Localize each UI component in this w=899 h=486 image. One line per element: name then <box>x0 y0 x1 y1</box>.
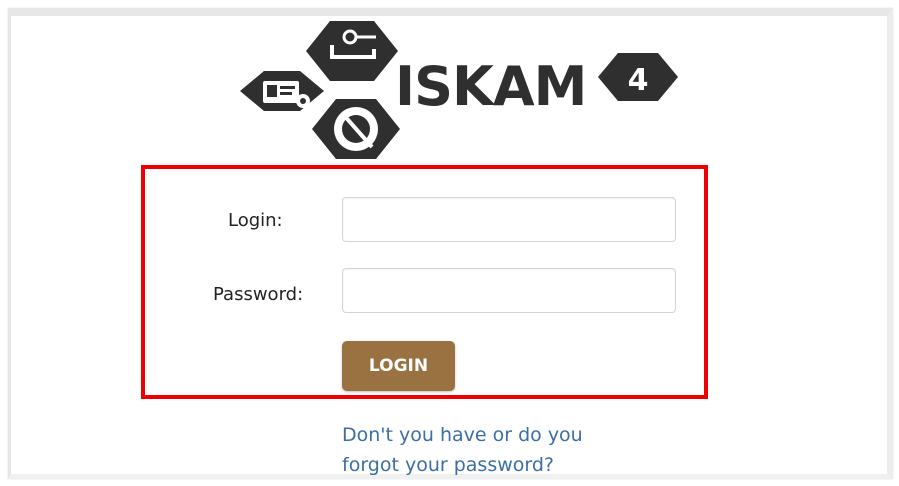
password-label: Password: <box>213 284 304 305</box>
password-input[interactable] <box>342 268 676 313</box>
login-button[interactable]: LOGIN <box>342 341 455 391</box>
app-title: ISKAM <box>395 55 587 118</box>
plate-cutlery-icon <box>312 99 400 159</box>
version-badge: 4 <box>598 53 678 101</box>
forgot-password-link[interactable]: Don't you have or do you forgot your pas… <box>342 420 632 480</box>
login-label: Login: <box>228 210 283 231</box>
login-input[interactable] <box>342 197 676 242</box>
key-bed-icon <box>306 21 398 81</box>
svg-text:4: 4 <box>628 63 649 98</box>
id-card-icon <box>240 71 324 111</box>
